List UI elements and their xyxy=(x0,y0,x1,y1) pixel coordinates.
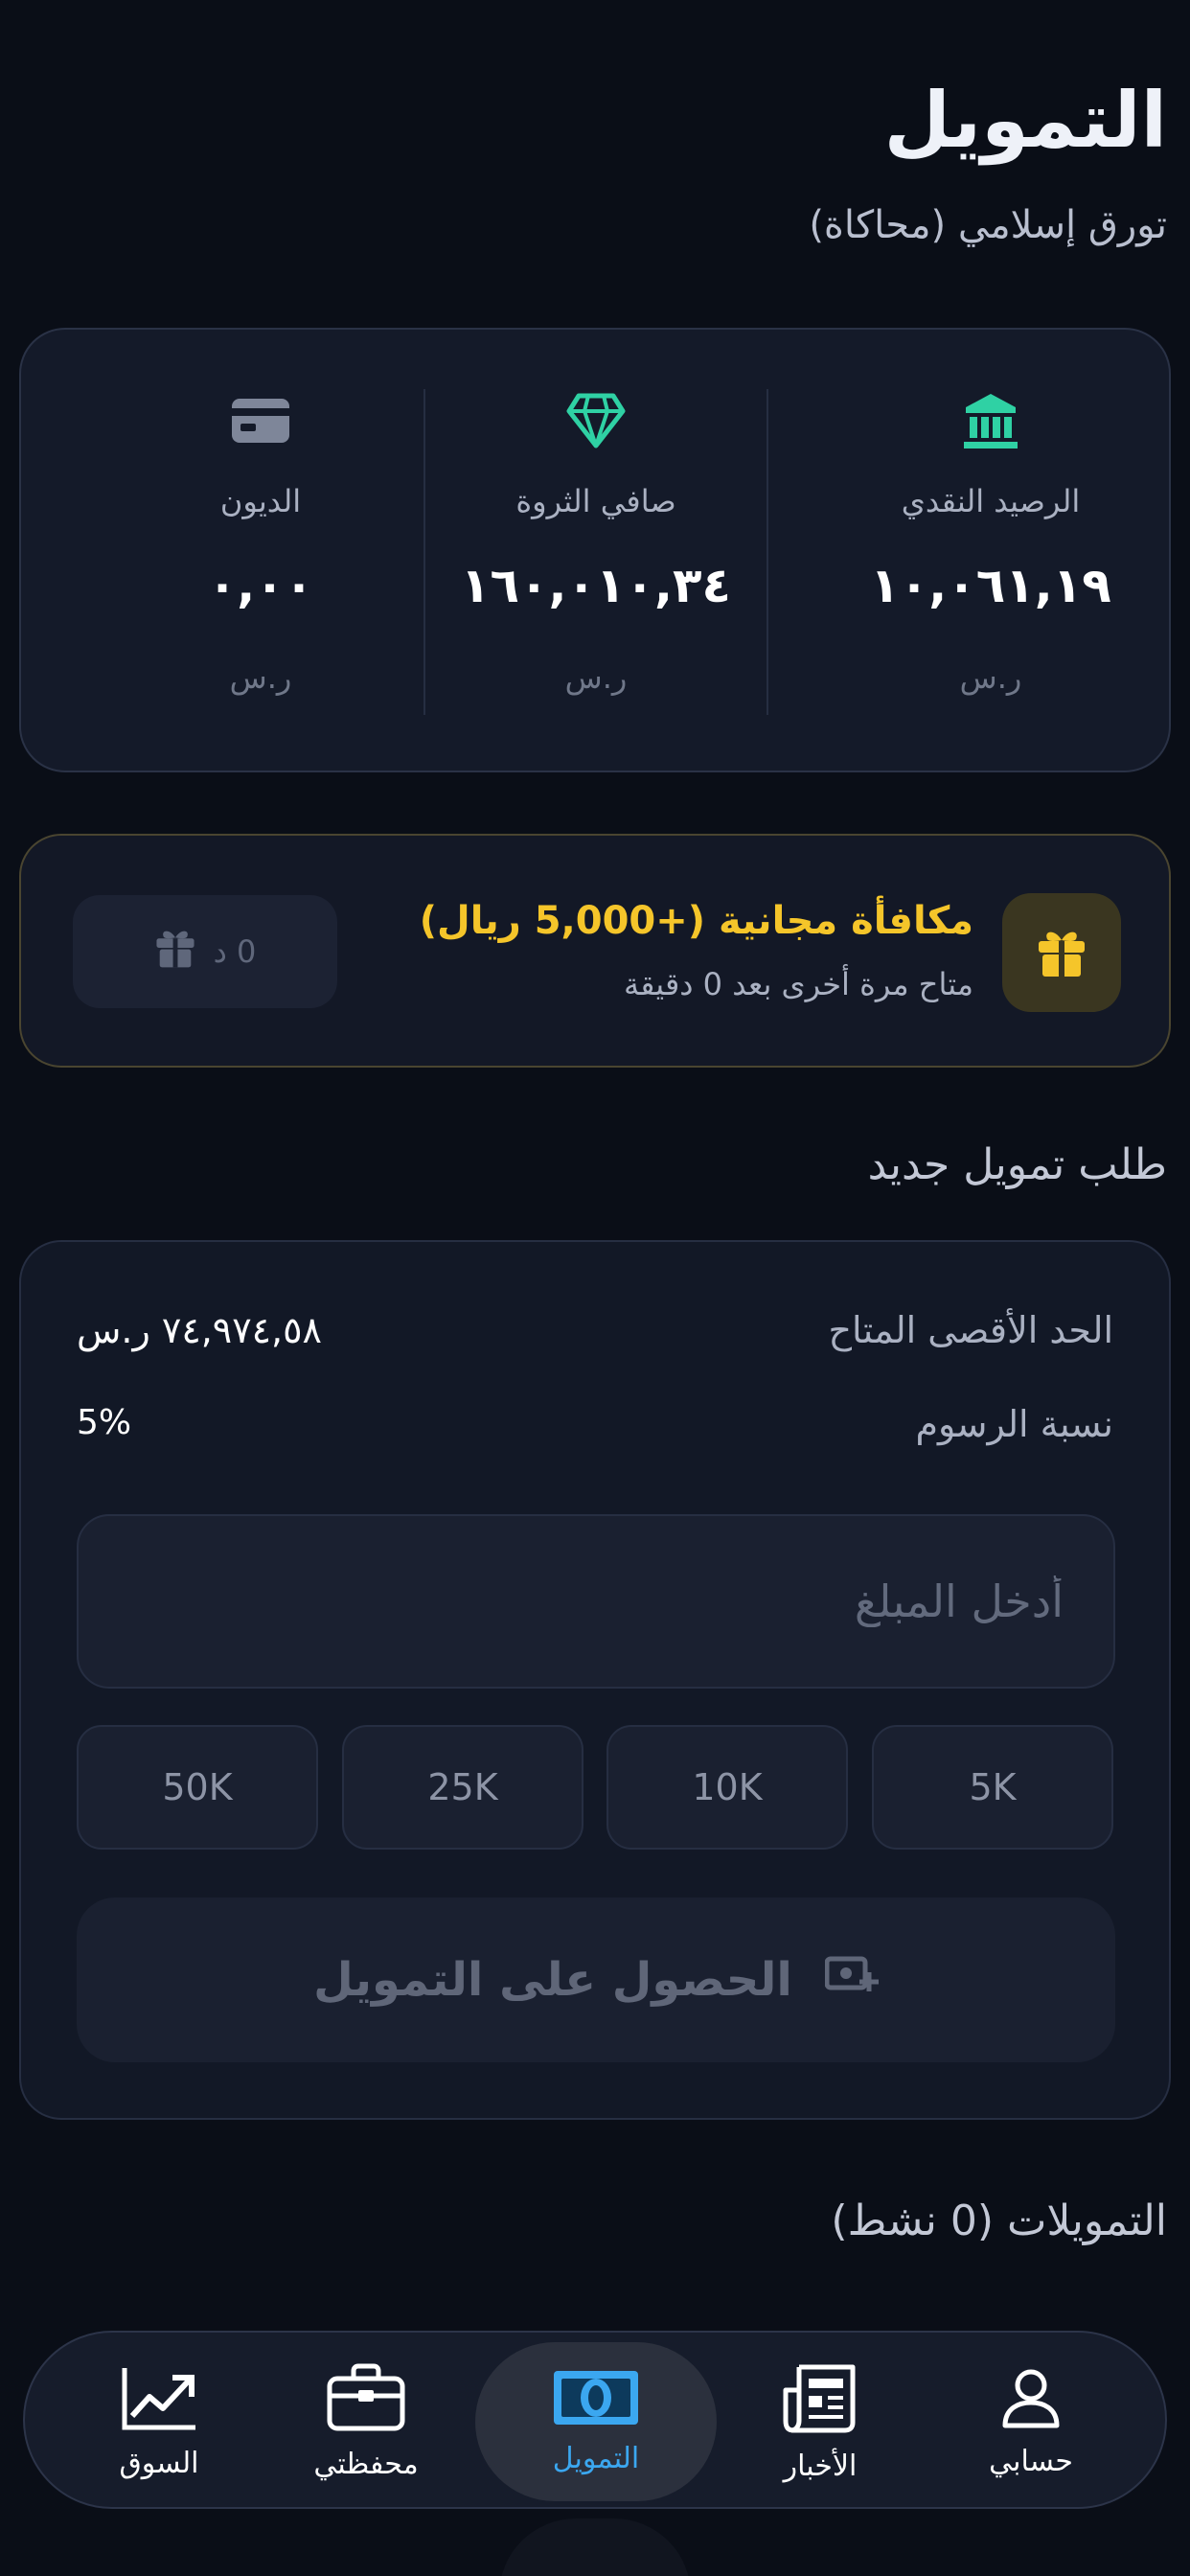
summary-cash-balance: الرصيد النقدي ١٠,٠٦١,١٩ ر.س xyxy=(828,387,1154,713)
divider xyxy=(767,389,768,715)
cash-plus-icon xyxy=(824,1953,879,2007)
summary-label: الرصيد النقدي xyxy=(901,483,1081,519)
claim-countdown: 0 د xyxy=(213,933,257,970)
gift-icon xyxy=(1002,893,1121,1012)
max-available-label: الحد الأقصى المتاح xyxy=(828,1309,1113,1351)
nav-label: التمويل xyxy=(552,2441,640,2475)
nav-item-news[interactable]: الأخبار xyxy=(705,2333,935,2511)
quick-amount-50k[interactable]: 50K xyxy=(77,1725,318,1850)
fee-rate-label: نسبة الرسوم xyxy=(915,1403,1114,1445)
summary-currency: ر.س xyxy=(229,659,292,696)
floating-tab-peek xyxy=(499,2518,691,2576)
quick-amount-10k[interactable]: 10K xyxy=(606,1725,848,1850)
credit-card-icon xyxy=(231,387,290,454)
summary-debts: الديون ٠,٠٠ ر.س xyxy=(98,387,423,713)
quick-amount-5k[interactable]: 5K xyxy=(872,1725,1113,1850)
summary-value: ٠,٠٠ xyxy=(207,558,314,613)
nav-label: محفظتي xyxy=(313,2447,419,2481)
page-title: التمويل xyxy=(883,76,1167,165)
summary-currency: ر.س xyxy=(959,659,1022,696)
page-subtitle: تورق إسلامي (محاكاة) xyxy=(809,203,1167,247)
claim-bonus-button[interactable]: 0 د xyxy=(73,895,337,1008)
summary-net-worth: صافي الثروة ١٦٠,٠١٠,٣٤ ر.س xyxy=(433,387,759,713)
banknote-icon xyxy=(552,2369,640,2434)
summary-currency: ر.س xyxy=(564,659,628,696)
active-finances-title: التمويلات (0 نشط) xyxy=(831,2196,1167,2245)
nav-item-market[interactable]: السوق xyxy=(44,2333,274,2511)
nav-item-finance[interactable]: التمويل xyxy=(475,2342,717,2501)
nav-label: حسابي xyxy=(989,2444,1073,2478)
briefcase-icon xyxy=(327,2363,405,2440)
amount-input[interactable] xyxy=(77,1514,1115,1689)
summary-value: ١٠,٠٦١,١٩ xyxy=(870,558,1111,613)
bottom-nav: حسابي الأخبار التمويل محفظتي السوق xyxy=(23,2331,1167,2509)
fee-rate-value: 5% xyxy=(77,1403,132,1442)
quick-amount-25k[interactable]: 25K xyxy=(342,1725,584,1850)
summary-value: ١٦٠,٠١٠,٣٤ xyxy=(460,558,732,613)
bonus-title: مكافأة مجانية (+5,000 ريال) xyxy=(419,899,973,943)
balance-summary-card: الرصيد النقدي ١٠,٠٦١,١٩ ر.س صافي الثروة … xyxy=(19,328,1171,772)
divider xyxy=(423,389,425,715)
summary-label: الديون xyxy=(219,483,302,519)
gift-icon xyxy=(154,927,196,977)
new-finance-card: الحد الأقصى المتاح ٧٤,٩٧٤,٥٨ ر.س نسبة ال… xyxy=(19,1240,1171,2120)
newspaper-icon xyxy=(782,2361,858,2442)
new-finance-title: طلب تمويل جديد xyxy=(867,1140,1167,1189)
bank-icon xyxy=(962,387,1019,454)
user-icon xyxy=(999,2366,1063,2437)
nav-item-account[interactable]: حسابي xyxy=(916,2333,1146,2511)
nav-label: السوق xyxy=(119,2446,199,2480)
trending-up-icon xyxy=(121,2364,197,2439)
bonus-cooldown-text: متاح مرة أخرى بعد 0 دقيقة xyxy=(623,966,973,1002)
get-finance-button[interactable]: الحصول على التمويل xyxy=(77,1898,1115,2062)
diamond-icon xyxy=(565,387,627,454)
free-bonus-card: مكافأة مجانية (+5,000 ريال) متاح مرة أخر… xyxy=(19,834,1171,1068)
get-finance-label: الحصول على التمويل xyxy=(313,1953,792,2007)
summary-label: صافي الثروة xyxy=(515,483,676,519)
max-available-value: ٧٤,٩٧٤,٥٨ ر.س xyxy=(77,1309,322,1351)
nav-label: الأخبار xyxy=(783,2449,858,2483)
nav-item-portfolio[interactable]: محفظتي xyxy=(251,2333,481,2511)
